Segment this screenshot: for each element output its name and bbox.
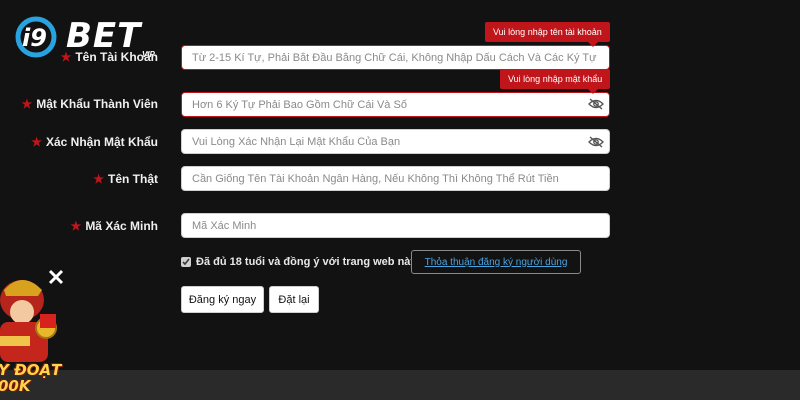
required-star-icon: ★ [21,97,33,111]
footer-band [0,370,800,400]
password-label: ★ Mật Khẩu Thành Viên [21,97,158,111]
password-input[interactable] [181,92,610,117]
real-name-input[interactable] [181,166,610,191]
terms-link-button[interactable]: Thỏa thuận đăng ký người dùng [411,250,581,274]
required-star-icon: ★ [70,219,82,233]
promo-text[interactable]: Y ĐOẠT 00K [0,362,68,394]
verification-code-label: ★ Mã Xác Minh [70,219,158,233]
required-star-icon: ★ [60,50,72,64]
confirm-password-label: ★ Xác Nhận Mật Khẩu [31,135,158,149]
real-name-label: ★ Tên Thật [93,172,158,186]
username-input[interactable] [181,45,610,70]
i9-logo-mark: i9 [15,16,57,58]
age-agreement-text: Đã đủ 18 tuổi và đồng ý với trang web nà… [196,256,417,268]
age-agreement[interactable]: Đã đủ 18 tuổi và đồng ý với trang web nà… [181,252,417,272]
reset-button[interactable]: Đặt lại [269,286,319,313]
eye-slash-icon[interactable] [588,136,604,148]
username-label: ★ Tên Tài Khoản [60,50,158,64]
verification-code-input[interactable] [181,213,610,238]
confirm-password-input[interactable] [181,129,610,154]
age-agreement-checkbox[interactable] [181,257,191,267]
svg-text:i9: i9 [22,24,47,52]
username-error-tooltip: Vui lòng nhập tên tài khoản [485,22,610,47]
eye-slash-icon[interactable] [588,98,604,110]
required-star-icon: ★ [31,135,42,149]
required-star-icon: ★ [93,172,104,186]
close-icon[interactable] [47,268,65,286]
register-button[interactable]: Đăng ký ngay [181,286,264,313]
password-error-tooltip: Vui lòng nhập mật khẩu [500,69,611,94]
